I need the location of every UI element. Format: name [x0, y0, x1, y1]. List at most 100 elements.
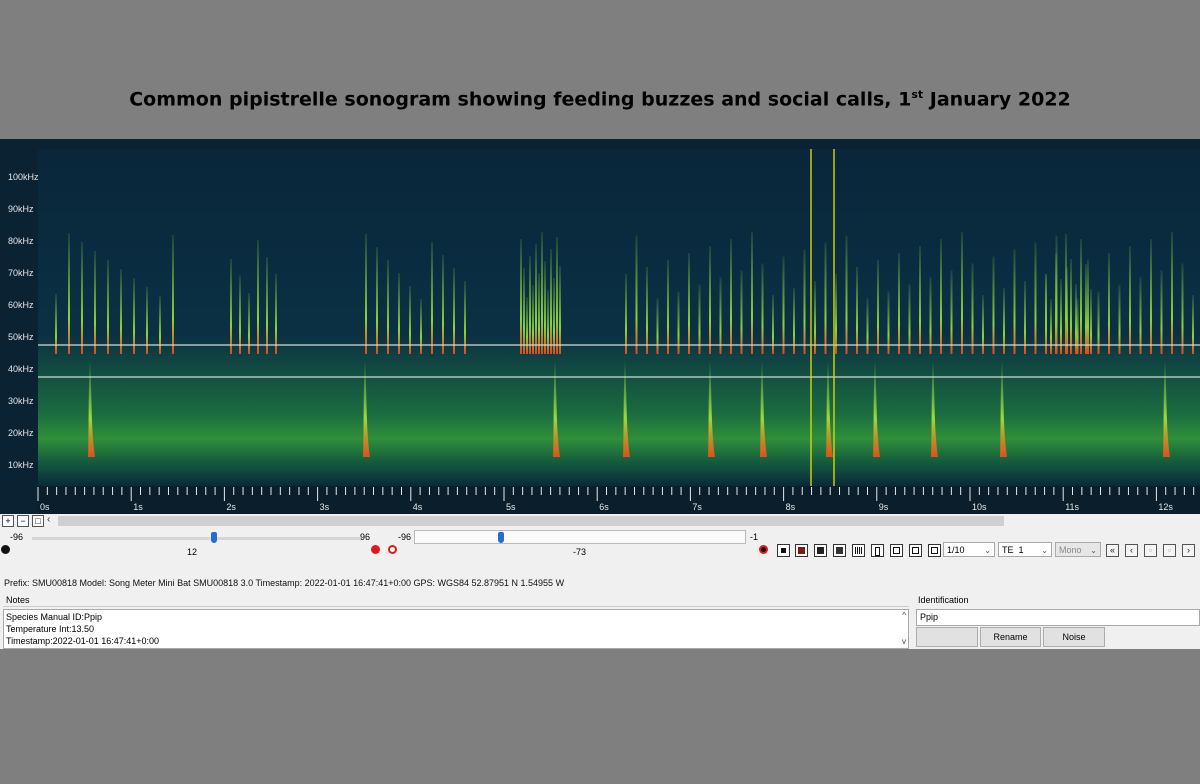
- right-slider-box[interactable]: [414, 530, 746, 544]
- echolocation-pulse: [1024, 281, 1026, 354]
- echolocation-pulse: [257, 240, 259, 354]
- channel-select[interactable]: Mono ⌄: [1055, 542, 1101, 557]
- next-icon[interactable]: ›: [1182, 544, 1195, 557]
- echolocation-pulse: [1171, 232, 1173, 354]
- black-dot-icon[interactable]: [1, 545, 10, 554]
- echolocation-pulse: [420, 299, 422, 354]
- horizontal-scrollbar[interactable]: [58, 516, 1004, 526]
- notes-line: Species Manual ID:Ppip: [6, 612, 103, 622]
- echolocation-pulse: [1150, 239, 1152, 354]
- scroll-row: + − □ ‹: [0, 514, 1200, 528]
- red-dot-icon[interactable]: [371, 545, 380, 554]
- time-tick-label: 3s: [319, 502, 330, 512]
- left-slider-min: -96: [10, 532, 24, 542]
- echolocation-pulse: [730, 239, 732, 354]
- time-tick-label: 9s: [878, 502, 889, 512]
- echolocation-pulse: [1075, 284, 1077, 354]
- left-slider-track[interactable]: [32, 537, 362, 540]
- echolocation-pulse: [898, 253, 900, 354]
- echolocation-pulse: [365, 234, 367, 354]
- echolocation-pulse: [824, 242, 827, 354]
- echolocation-pulse: [431, 242, 433, 354]
- echolocation-pulse: [230, 259, 232, 354]
- echolocation-pulse: [1060, 279, 1062, 354]
- scroll-up-icon[interactable]: ^: [902, 610, 906, 622]
- echolocation-pulse: [919, 246, 921, 354]
- bars-icon[interactable]: [852, 544, 865, 557]
- echolocation-pulse: [1181, 263, 1184, 354]
- echolocation-pulse: [532, 285, 534, 354]
- stop-icon[interactable]: [777, 544, 790, 557]
- time-tick-label: 10s: [972, 502, 987, 512]
- echolocation-pulse: [961, 232, 963, 354]
- diagonal-icon[interactable]: [833, 544, 846, 557]
- grid-icon[interactable]: [909, 544, 922, 557]
- echolocation-pulse: [535, 244, 537, 354]
- time-tick-label: 7s: [692, 502, 702, 512]
- echolocation-pulse: [698, 284, 701, 354]
- frequency-tick-label: 30kHz: [8, 396, 34, 406]
- zoom-fit-button[interactable]: □: [32, 515, 44, 527]
- zoom-out-button[interactable]: −: [17, 515, 29, 527]
- echolocation-pulse: [929, 277, 932, 354]
- scroll-left-arrow[interactable]: ‹: [47, 514, 50, 525]
- echolocation-pulse: [1108, 253, 1110, 354]
- scroll-down-icon[interactable]: v: [902, 636, 906, 648]
- echolocation-pulse: [275, 274, 277, 354]
- spectrogram-view[interactable]: [0, 139, 1200, 514]
- echolocation-pulse: [866, 298, 869, 354]
- echolocation-pulse: [992, 256, 995, 354]
- echolocation-pulse: [940, 239, 942, 354]
- play-icon[interactable]: [928, 544, 941, 557]
- marker-icon[interactable]: [795, 544, 808, 557]
- slope-icon[interactable]: [814, 544, 827, 557]
- echolocation-pulse: [1090, 289, 1092, 354]
- echolocation-pulse: [529, 256, 531, 354]
- echolocation-pulse: [239, 276, 241, 354]
- copy-icon[interactable]: ▫: [1144, 544, 1157, 557]
- echolocation-pulse: [120, 269, 122, 354]
- te-select[interactable]: TE 1 ⌄: [998, 542, 1052, 557]
- caption: Common pipistrelle sonogram showing feed…: [129, 88, 1071, 111]
- notes-textarea[interactable]: Species Manual ID:Ppip Temperature Int:1…: [3, 609, 909, 649]
- echolocation-pulse: [1080, 239, 1082, 354]
- echolocation-pulse: [409, 286, 411, 354]
- time-tick-label: 0s: [40, 502, 50, 512]
- blank-button[interactable]: [916, 627, 978, 647]
- echolocation-pulse: [1055, 254, 1057, 354]
- left-slider-max: 96: [360, 532, 371, 542]
- left-slider-value: 12: [187, 547, 198, 557]
- echolocation-pulse: [1034, 242, 1037, 354]
- paste-icon[interactable]: ▫: [1163, 544, 1176, 557]
- echolocation-pulse: [625, 274, 627, 354]
- echolocation-pulse: [709, 246, 711, 354]
- echolocation-pulse: [1087, 260, 1089, 354]
- echolocation-pulse: [523, 268, 525, 354]
- echolocation-pulse: [550, 249, 552, 354]
- echolocation-pulse: [172, 235, 174, 354]
- zoom-in-button[interactable]: +: [2, 515, 14, 527]
- ratio-select[interactable]: 1/10 ⌄: [943, 542, 995, 557]
- echolocation-pulse: [442, 255, 444, 354]
- identification-input[interactable]: Ppip: [916, 609, 1200, 626]
- right-slider-thumb[interactable]: [497, 532, 504, 543]
- rename-button[interactable]: Rename: [980, 627, 1041, 647]
- column-icon[interactable]: [871, 544, 884, 557]
- recording-metadata: Prefix: SMU00818 Model: Song Meter Mini …: [4, 578, 565, 588]
- left-slider-thumb[interactable]: [211, 532, 218, 543]
- previous-icon[interactable]: ‹: [1125, 544, 1138, 557]
- echolocation-pulse: [376, 247, 378, 354]
- record-icon[interactable]: [759, 545, 768, 554]
- frame-icon[interactable]: [890, 544, 903, 557]
- echolocation-pulse: [719, 277, 722, 354]
- time-tick-label: 2s: [226, 502, 236, 512]
- echolocation-pulse: [1003, 288, 1005, 354]
- first-icon[interactable]: «: [1106, 544, 1119, 557]
- notes-line: Temperature Int:13.50: [6, 624, 95, 634]
- right-slider-min: -96: [398, 532, 412, 542]
- noise-button[interactable]: Noise: [1043, 627, 1105, 647]
- red-ring-icon[interactable]: [388, 545, 397, 554]
- frequency-tick-label: 80kHz: [8, 236, 34, 246]
- sonogram-app-window: 100kHz 90kHz 80kHz 70kHz 60kHz 50kHz 40kHz 30kH…: [0, 139, 1200, 649]
- echolocation-pulse: [1065, 234, 1067, 354]
